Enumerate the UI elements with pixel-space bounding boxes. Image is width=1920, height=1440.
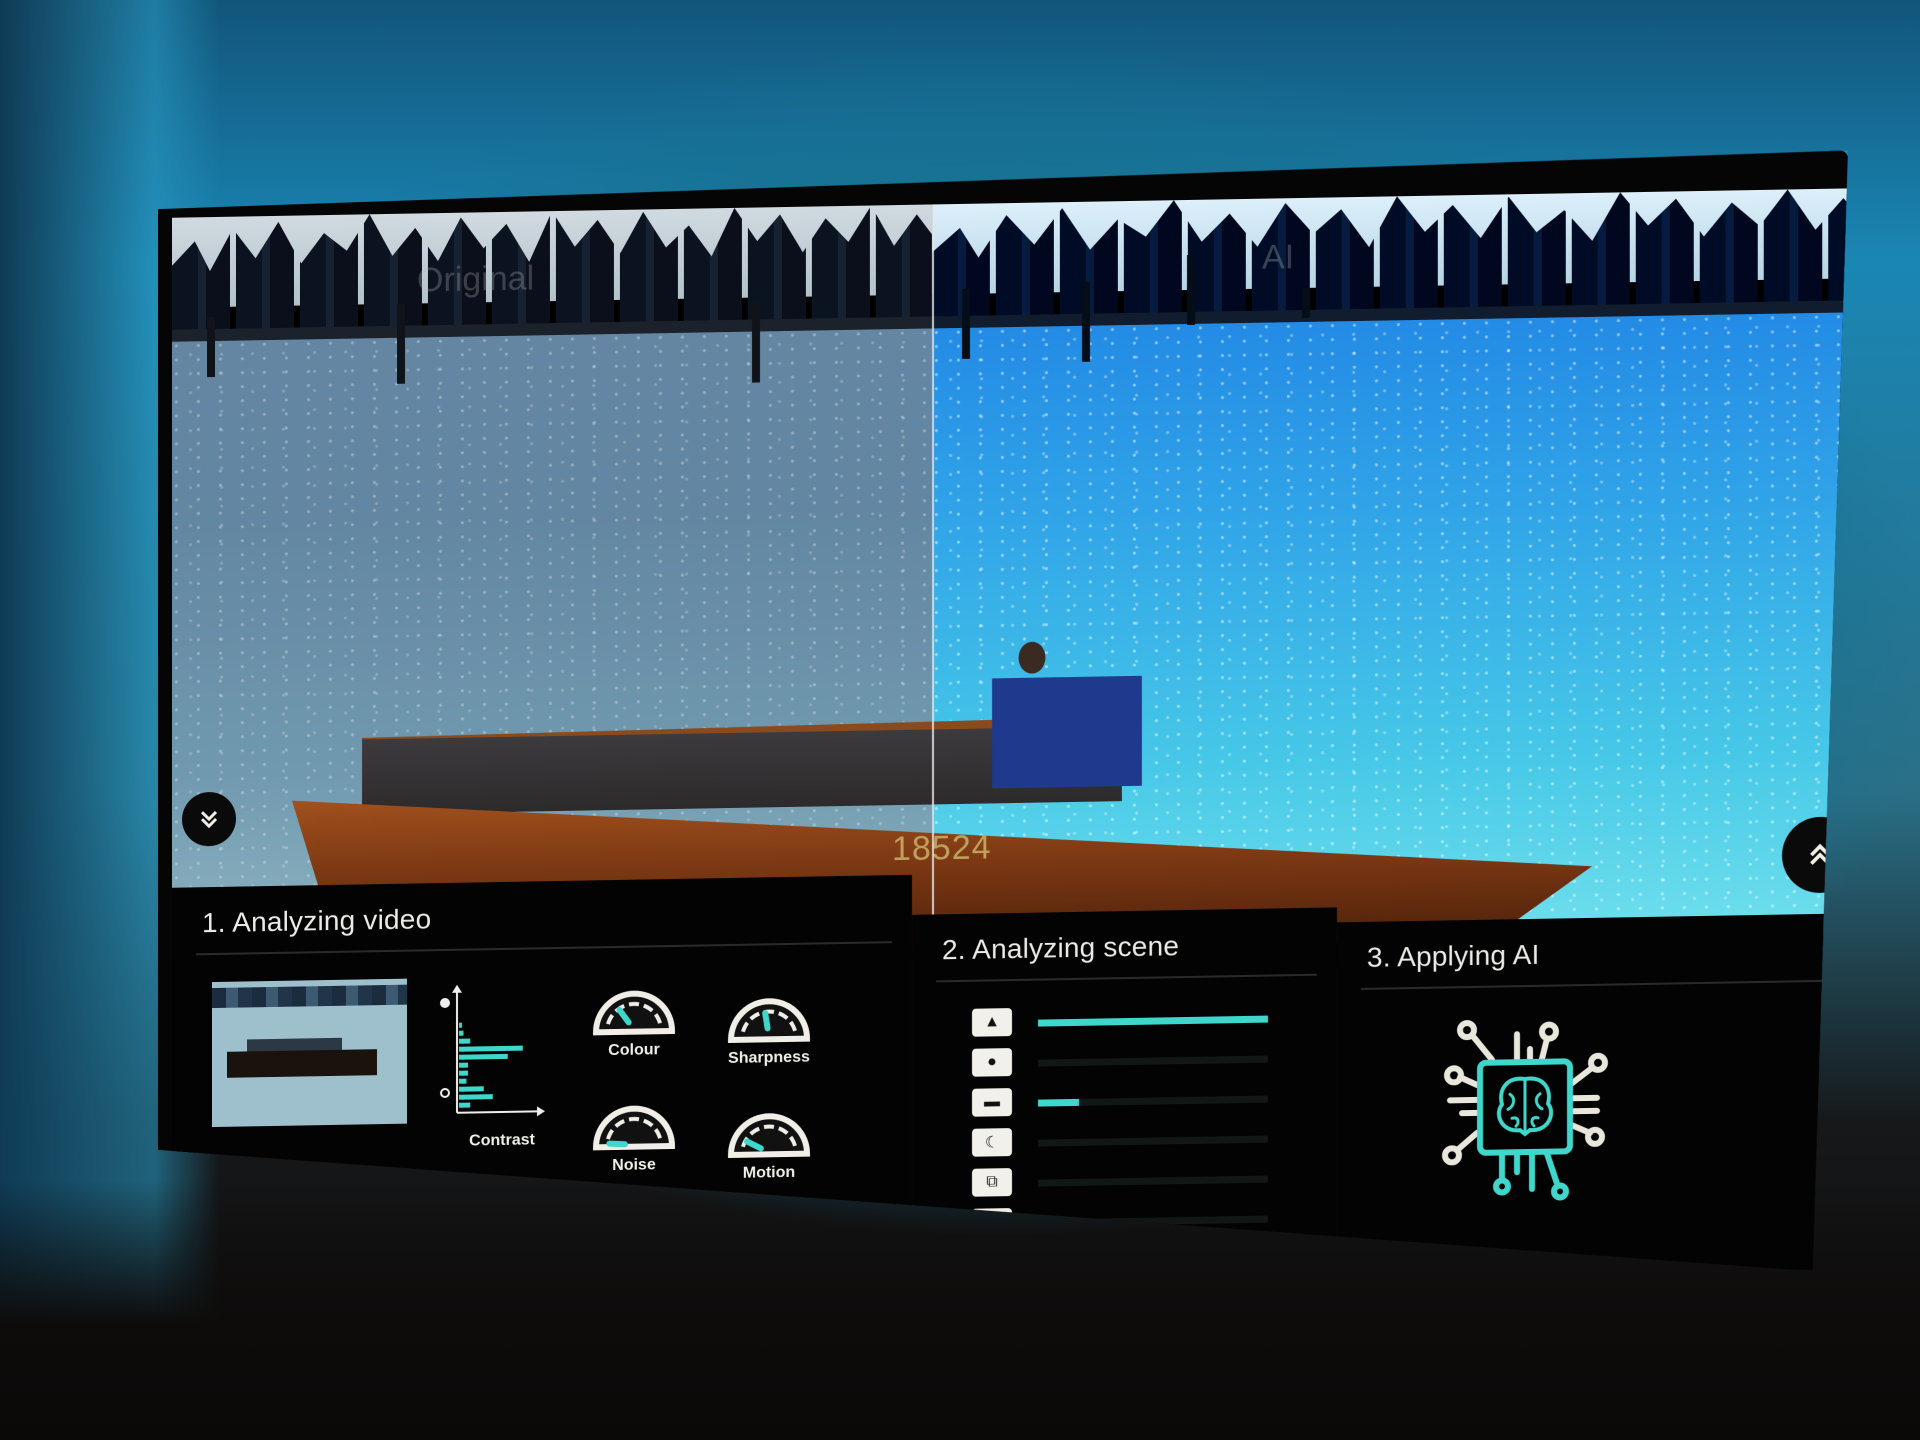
histogram-x-axis bbox=[457, 1111, 542, 1112]
gauge-needle bbox=[609, 1143, 625, 1144]
mooring-pole bbox=[1302, 288, 1310, 318]
mooring-pole bbox=[397, 304, 405, 384]
ai-label: AI bbox=[1262, 238, 1295, 277]
bright-sun-icon bbox=[440, 998, 450, 1008]
double-chevron-down-icon bbox=[196, 806, 222, 832]
gauge-noise bbox=[592, 1094, 676, 1151]
histogram-bar bbox=[459, 1094, 493, 1100]
section-rule bbox=[936, 974, 1317, 983]
histogram-bar bbox=[459, 1046, 523, 1052]
tv-screen: Original AI 18524 1. Analyzing video Con… bbox=[172, 188, 1862, 1298]
gauge-motion bbox=[727, 1102, 811, 1159]
boat-number: 18524 bbox=[892, 828, 992, 869]
scene-confidence-track bbox=[1038, 1136, 1268, 1147]
more-icon: ••• bbox=[972, 1208, 1012, 1237]
histogram-bar bbox=[459, 1086, 484, 1091]
gauge-needle bbox=[765, 1013, 767, 1028]
person-icon: ● bbox=[972, 1048, 1012, 1077]
gauge-sharpness bbox=[727, 987, 811, 1044]
tv: Original AI 18524 1. Analyzing video Con… bbox=[158, 150, 1888, 1250]
histogram-bar bbox=[459, 1031, 464, 1036]
mooring-pole bbox=[1082, 282, 1090, 362]
car-icon: ▬ bbox=[972, 1088, 1012, 1117]
histogram-bar bbox=[459, 1023, 462, 1028]
gauge-label: Noise bbox=[612, 1156, 656, 1175]
contrast-label: Contrast bbox=[469, 1131, 535, 1150]
mooring-pole bbox=[962, 289, 970, 359]
scene-confidence-track bbox=[1038, 1216, 1268, 1227]
mooring-pole bbox=[1187, 255, 1195, 325]
dim-sun-icon bbox=[441, 1089, 449, 1097]
histogram-bar bbox=[459, 1039, 470, 1044]
tv-bezel: Original AI 18524 1. Analyzing video Con… bbox=[158, 150, 1848, 1300]
applying-ai-section: 3. Applying AI bbox=[1337, 913, 1862, 1298]
mooring-pole bbox=[752, 302, 760, 382]
gauge-label: Sharpness bbox=[728, 1048, 810, 1068]
scene-confidence-track bbox=[1038, 1096, 1268, 1107]
histogram-bar bbox=[459, 1054, 508, 1060]
split-divider[interactable] bbox=[932, 204, 934, 949]
gauge-colour bbox=[592, 979, 676, 1036]
scene-confidence-bar bbox=[1038, 1220, 1041, 1227]
mooring-pole bbox=[207, 317, 215, 377]
contrast-histogram bbox=[437, 981, 557, 1123]
gauge-label: Colour bbox=[608, 1041, 660, 1060]
section-title: 2. Analyzing scene bbox=[942, 930, 1180, 966]
thumb-treeline bbox=[212, 985, 407, 1008]
x-axis-arrow bbox=[537, 1106, 545, 1116]
gauge-label: Motion bbox=[742, 1163, 796, 1182]
ai-brain-chip-icon bbox=[1432, 1012, 1622, 1205]
original-label: Original bbox=[417, 259, 535, 300]
thumb-boat bbox=[227, 1049, 377, 1078]
overlap-squares-icon: ⧉ bbox=[972, 1168, 1012, 1197]
scene-confidence-track bbox=[1038, 1016, 1268, 1027]
video-thumbnail bbox=[212, 979, 407, 1127]
scene-confidence-track bbox=[1038, 1056, 1268, 1067]
analysis-panel: 1. Analyzing video Contrast Colour Sharpn… bbox=[172, 858, 1862, 1298]
boat-passengers bbox=[992, 636, 1142, 789]
scene-confidence-bar bbox=[1038, 1016, 1268, 1027]
section-rule bbox=[196, 941, 892, 955]
section-title: 3. Applying AI bbox=[1367, 938, 1540, 973]
scene-confidence-track bbox=[1038, 1176, 1268, 1187]
analyzing-video-section: 1. Analyzing video Contrast Colour Sharpn… bbox=[172, 875, 912, 1298]
histogram-bar bbox=[459, 1103, 470, 1108]
night-moon-icon: ☾ bbox=[972, 1128, 1012, 1157]
histogram-bar bbox=[459, 1071, 468, 1076]
histogram-bar bbox=[459, 1079, 467, 1084]
histogram-bar bbox=[459, 1063, 468, 1068]
landscape-icon: ▲ bbox=[972, 1008, 1012, 1037]
y-axis-arrow bbox=[452, 985, 462, 993]
section-title: 1. Analyzing video bbox=[202, 903, 432, 939]
scene-confidence-bar bbox=[1038, 1099, 1079, 1107]
video-comparison: Original AI 18524 bbox=[172, 188, 1862, 963]
section-rule bbox=[1361, 980, 1842, 990]
